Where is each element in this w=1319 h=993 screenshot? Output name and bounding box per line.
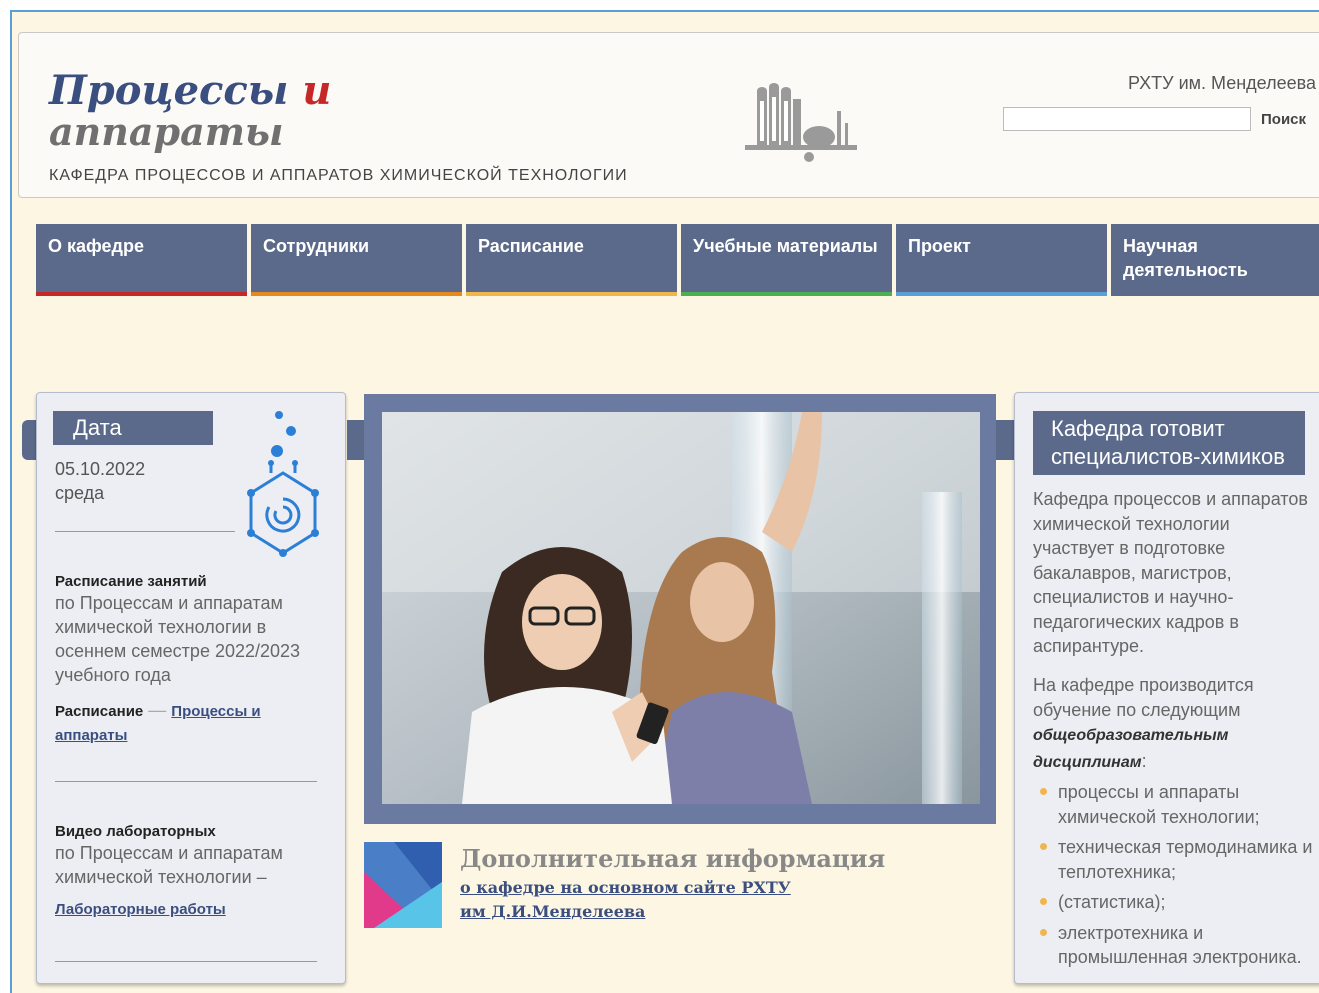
date-heading: Дата [53,411,213,445]
video-description: по Процессам и аппаратам химической техн… [55,843,283,887]
left-sidebar: Дата 05.10.2022 среда Расписание занятий… [36,392,346,984]
disciplines-colon: : [1141,750,1147,771]
bullet-icon [1040,843,1047,850]
university-link[interactable]: РХТУ им. Менделеева [1128,73,1316,94]
nav-item-about[interactable]: О кафедре [36,224,247,296]
search-input[interactable] [1003,107,1251,131]
list-item-text: техническая термодинамика и теплотехника… [1058,837,1313,882]
list-item: техническая термодинамика и теплотехника… [1032,835,1319,884]
nav-item-research[interactable]: Научная деятельность [1111,224,1319,296]
logo-word-processes: Процессы [49,67,289,114]
search-button[interactable]: Поиск [1257,107,1310,131]
nav-item-schedule[interactable]: Расписание [466,224,677,296]
nav-item-materials[interactable]: Учебные материалы [681,224,892,296]
site-logo[interactable]: Процессы и [49,67,331,114]
list-item-text: процессы и аппараты химической технологи… [1058,782,1260,827]
chemical-plant-icon [745,83,857,162]
chemistry-flask-icon [247,411,319,557]
page-frame: Процессы и аппараты КАФЕДРА ПРОЦЕССОВ И … [10,10,1319,993]
department-description: Кафедра процессов и аппаратов химической… [1033,489,1308,656]
hero-banner [364,394,996,824]
divider [55,531,235,532]
main-site-link[interactable]: о кафедре на основном сайте РХТУ [460,878,791,897]
current-date: 05.10.2022 [55,459,146,479]
additional-info-title: Дополнительная информация [460,844,886,873]
divider [55,781,317,782]
bullet-icon [1040,788,1047,795]
nav-item-project[interactable]: Проект [896,224,1107,296]
logo-word-apparatus: аппараты [49,109,284,154]
lab-works-link[interactable]: Лабораторные работы [55,901,226,918]
list-item-text: электротехника и промышленная электроник… [1058,922,1302,968]
bullet-icon [1040,928,1047,936]
schedule-title: Расписание занятий [55,573,207,590]
schedule-label: Расписание [55,703,144,720]
schedule-description: по Процессам и аппаратам химической техн… [55,593,301,685]
disciplines-intro: На кафедре производится обучение по след… [1033,673,1313,775]
center-panel-tab-right [994,420,1014,460]
list-item: (статистика); [1032,890,1319,915]
main-navigation: О кафедре Сотрудники Расписание Учебные … [36,224,1319,300]
schedule-dash: — [148,700,167,720]
list-item-text: (статистика); [1058,892,1166,912]
logo-word-and: и [302,67,332,114]
students-lab-photo [382,412,980,804]
video-title: Видео лабораторных [55,823,216,840]
disciplines-lead: На кафедре производится обучение по след… [1033,675,1254,720]
right-panel-heading: Кафедра готовит специалистов-химиков [1033,411,1305,475]
info-thumbnail[interactable] [364,842,442,928]
bullet-icon [1040,898,1047,905]
current-weekday: среда [55,483,105,503]
list-item: электротехника и промышленная электроник… [1032,921,1319,970]
disciplines-list: процессы и аппараты химической технологи… [1032,780,1319,976]
site-header: Процессы и аппараты КАФЕДРА ПРОЦЕССОВ И … [18,32,1319,198]
list-item: процессы и аппараты химической технологи… [1032,780,1319,829]
nav-item-staff[interactable]: Сотрудники [251,224,462,296]
department-tagline: КАФЕДРА ПРОЦЕССОВ И АППАРАТОВ ХИМИЧЕСКОЙ… [49,167,628,184]
schedule-link-row: Расписание — Процессы и аппараты [55,699,325,747]
disciplines-emphasis: общеобразовательным дисциплинам [1033,727,1229,771]
divider [55,961,317,962]
main-site-link-line2[interactable]: им Д.И.Менделеева [460,902,645,921]
